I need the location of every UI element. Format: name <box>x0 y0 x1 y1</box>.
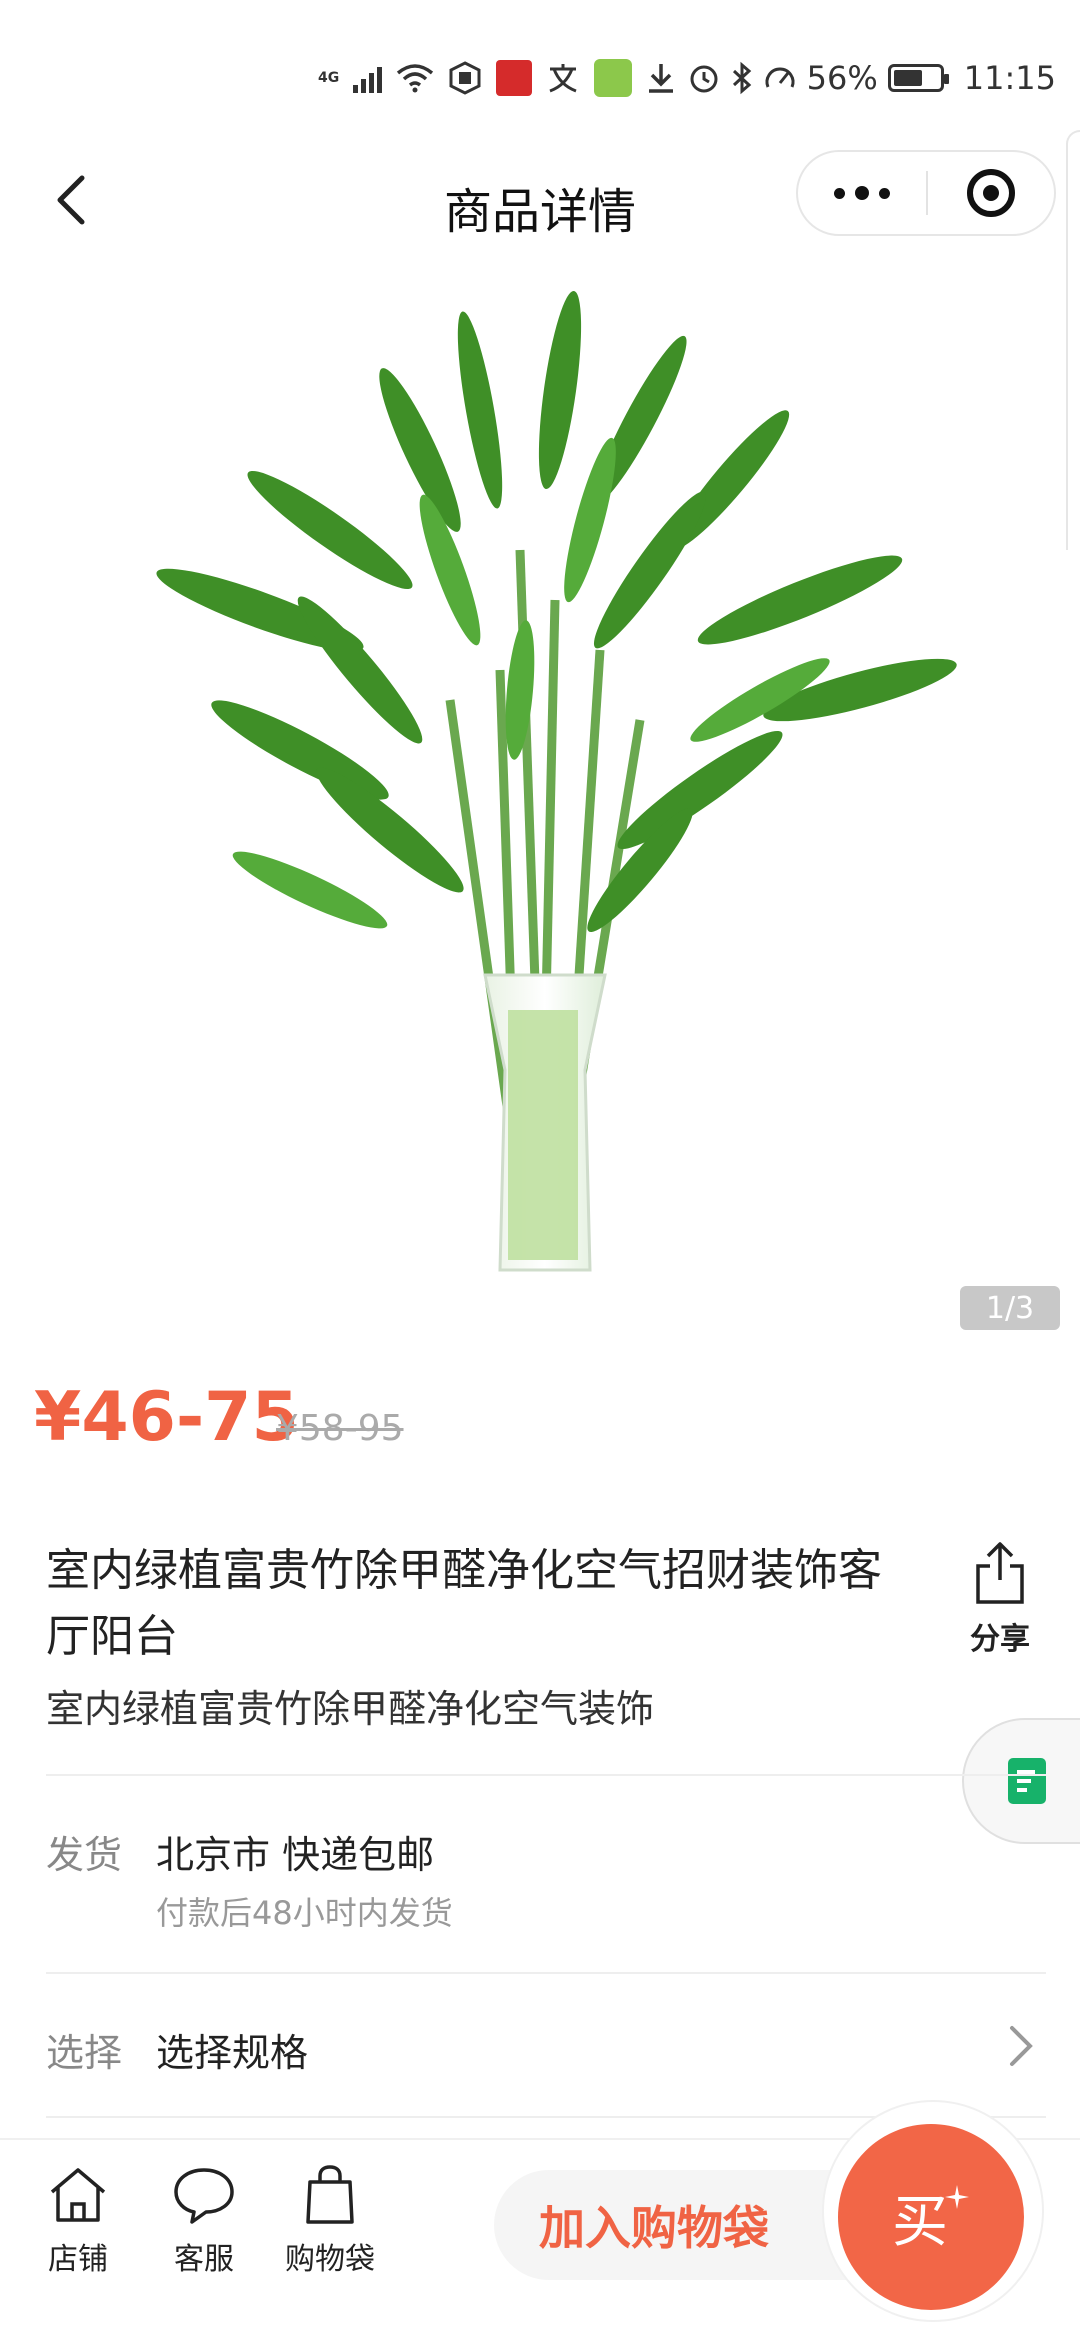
spec-label: 选择 <box>46 2031 123 2075</box>
bag-tab[interactable]: 购物袋 <box>270 2164 390 2278</box>
store-tab[interactable]: 店铺 <box>18 2164 138 2278</box>
more-dot <box>879 187 890 199</box>
share-icon <box>976 1542 1024 1604</box>
product-title: 室内绿植富贵竹除甲醛净化空气招财装饰客厅阳台 <box>46 1545 882 1662</box>
share-label: 分享 <box>970 1622 1030 1657</box>
status-icons-right: 56% 11:15 <box>687 58 1056 98</box>
alarm-icon <box>690 65 718 93</box>
divider <box>46 1972 1046 1974</box>
store-icon <box>50 2168 106 2222</box>
nav-bar: 商品详情 <box>0 150 1080 260</box>
download-icon <box>649 64 674 93</box>
mini-program-capsule <box>796 150 1056 236</box>
shipping-label: 发货 <box>46 1833 123 1877</box>
app-notification-icon <box>496 60 533 96</box>
floating-document-button[interactable] <box>962 1718 1080 1844</box>
sparkle-icon <box>945 2185 969 2209</box>
bluetooth-icon <box>732 61 751 95</box>
wifi-icon <box>397 64 434 93</box>
more-button[interactable] <box>798 152 926 234</box>
shipping-note: 付款后48小时内发货 <box>156 1894 453 1932</box>
network-type: 4G <box>318 70 340 86</box>
chevron-right-icon[interactable] <box>1004 2024 1038 2068</box>
share-button[interactable]: 分享 <box>960 1540 1040 1658</box>
status-icons-left: 4G <box>318 58 676 98</box>
service-tab[interactable]: 客服 <box>144 2164 264 2278</box>
signal-icon <box>353 63 383 93</box>
clock: 11:15 <box>963 59 1056 97</box>
buy-label: 买 <box>892 2189 948 2255</box>
document-icon <box>1008 1758 1046 1804</box>
shipping-value: 北京市 快递包邮 <box>156 1833 435 1877</box>
store-label: 店铺 <box>48 2242 108 2277</box>
bottom-action-bar: 店铺 客服 购物袋 加入购物袋 买 <box>0 2100 1080 2340</box>
battery-percent: 56% <box>806 59 878 97</box>
chat-bubble-icon <box>174 2168 234 2224</box>
game-app-icon <box>594 59 633 97</box>
add-to-cart-button[interactable]: 加入购物袋 <box>494 2170 854 2280</box>
speedometer-icon <box>765 67 795 88</box>
shield-icon <box>449 61 481 95</box>
more-dot <box>855 186 869 200</box>
image-counter: 1/3 <box>960 1286 1060 1330</box>
service-label: 客服 <box>174 2242 234 2277</box>
divider <box>46 1774 1046 1776</box>
battery-icon <box>887 64 949 92</box>
product-subtitle: 室内绿植富贵竹除甲醛净化空气装饰 <box>46 1687 655 1731</box>
buy-button[interactable]: 买 <box>838 2124 1024 2310</box>
product-image[interactable] <box>0 270 1080 1350</box>
status-bar: 4G 56% 11:15 <box>0 0 1080 150</box>
bag-label: 购物袋 <box>285 2242 375 2277</box>
price: ¥46-75 <box>34 1378 299 1457</box>
battery-fill <box>893 70 922 86</box>
shopping-bag-icon <box>306 2165 354 2224</box>
spec-select[interactable]: 选择规格 <box>156 2022 308 2077</box>
translate-icon <box>549 64 577 93</box>
target-circle-icon <box>967 169 1015 217</box>
original-price: ¥58-95 <box>276 1408 404 1449</box>
more-dots-icon <box>834 187 845 199</box>
close-button[interactable] <box>928 169 1054 217</box>
